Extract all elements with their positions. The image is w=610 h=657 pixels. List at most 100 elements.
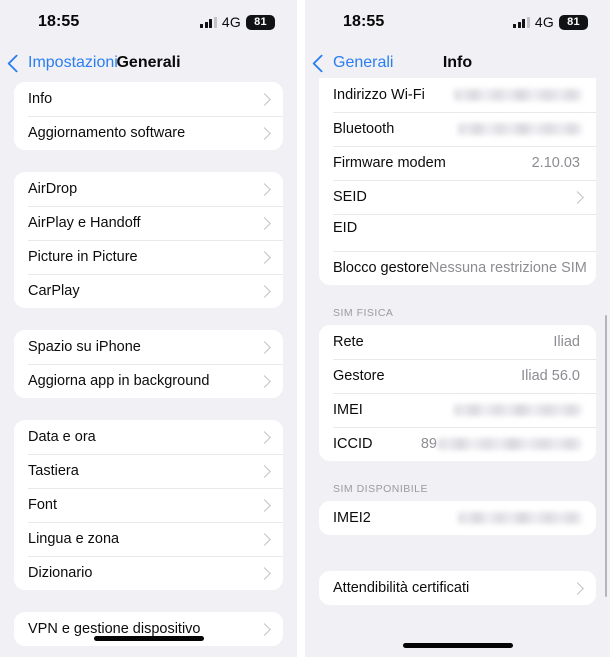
info-row-label: SEID [333,189,367,205]
list-item-label: Tastiera [28,463,79,479]
info-row-eid: EID [319,214,596,251]
list-item[interactable]: Aggiorna app in background [14,364,283,398]
chevron-left-icon [312,53,331,73]
list-item[interactable]: CarPlay [14,274,283,308]
info-row-iccid: ICCID 89 [319,427,596,461]
chevron-right-icon [258,622,271,636]
left-nav-bar: Impostazioni Generali [0,44,297,82]
info-row-value: Iliad [553,334,580,350]
status-indicators: 4G 81 [200,14,275,30]
chevron-right-icon [258,498,271,512]
info-row-label: Attendibilità certificati [333,580,470,596]
info-row-network: Rete Iliad [319,325,596,359]
section-header-sim-disponibile: SIM DISPONIBILE [333,483,429,495]
info-row-modem-firmware: Firmware modem 2.10.03 [319,146,596,180]
vertical-scrollbar[interactable] [604,315,607,597]
list-item[interactable]: Info [14,82,283,116]
list-item-label: CarPlay [28,283,80,299]
list-item-label: AirDrop [28,181,78,197]
info-row-label: IMEI2 [333,510,371,526]
left-phone-screen: 18:55 4G 81 Impostazioni Generali Info A… [0,0,297,657]
chevron-right-icon [258,430,271,444]
info-row-imei: IMEI [319,393,596,427]
redacted-value [458,123,582,135]
chevron-right-icon [258,126,271,140]
list-item[interactable]: Aggiornamento software [14,116,283,150]
info-row-certificate-trust[interactable]: Attendibilità certificati [319,571,596,605]
redacted-value [438,438,582,450]
chevron-right-icon [258,464,271,478]
right-scroll-content[interactable]: Indirizzo Wi-Fi Bluetooth Firmware modem… [305,78,610,657]
status-time: 18:55 [38,13,80,30]
redacted-value [454,89,582,101]
settings-group-info: Info Aggiornamento software [14,82,283,150]
list-item-label: AirPlay e Handoff [28,215,141,231]
info-row-label: ICCID [333,436,373,452]
chevron-right-icon [258,532,271,546]
list-item[interactable]: AirPlay e Handoff [14,206,283,240]
settings-group-connectivity: AirDrop AirPlay e Handoff Picture in Pic… [14,172,283,308]
info-row-wifi-address: Indirizzo Wi-Fi [319,78,596,112]
info-row-bluetooth: Bluetooth [319,112,596,146]
list-item[interactable]: Spazio su iPhone [14,330,283,364]
list-item[interactable]: Dizionario [14,556,283,590]
info-row-value: 2.10.03 [531,155,580,171]
list-item[interactable]: Font [14,488,283,522]
info-row-label: Firmware modem [333,155,446,171]
info-row-imei2: IMEI2 [319,501,596,535]
back-button-label: Impostazioni [28,54,118,71]
list-item-label: VPN e gestione dispositivo [28,621,201,637]
info-row-label: Gestore [333,368,385,384]
network-type-label: 4G [534,14,554,30]
chevron-right-icon [258,284,271,298]
status-time: 18:55 [343,13,385,30]
battery-icon: 81 [246,14,275,30]
list-item-label: Aggiorna app in background [28,373,210,389]
left-status-bar: 18:55 4G 81 [0,0,297,44]
list-item[interactable]: AirDrop [14,172,283,206]
right-status-bar: 18:55 4G 81 [305,0,610,44]
list-item[interactable]: Data e ora [14,420,283,454]
right-phone-screen: 18:55 4G 81 Generali Info Indirizzo Wi-F… [305,0,610,657]
certificates-group: Attendibilità certificati [319,571,596,605]
left-scroll-content[interactable]: Info Aggiornamento software AirDrop AirP… [0,82,297,657]
status-indicators: 4G 81 [513,14,588,30]
signal-bars-icon [200,16,217,28]
chevron-right-icon [258,182,271,196]
redacted-value [454,404,582,416]
info-row-label: IMEI [333,402,363,418]
chevron-right-icon [258,92,271,106]
list-item[interactable]: Picture in Picture [14,240,283,274]
info-row-label: Rete [333,334,364,350]
list-item-label: Picture in Picture [28,249,138,265]
list-item-label: Spazio su iPhone [28,339,141,355]
chevron-right-icon [571,190,584,204]
back-button[interactable]: Impostazioni [7,53,118,73]
chevron-right-icon [258,566,271,580]
section-header-sim-fisica: SIM FISICA [333,307,394,319]
battery-icon: 81 [559,14,588,30]
info-row-carrier-lock: Blocco gestore Nessuna restrizione SIM [319,251,596,285]
settings-group-storage: Spazio su iPhone Aggiorna app in backgro… [14,330,283,398]
list-item-label: Lingua e zona [28,531,120,547]
sim-disponibile-group: IMEI2 [319,501,596,535]
list-item[interactable]: Tastiera [14,454,283,488]
device-info-group: Indirizzo Wi-Fi Bluetooth Firmware modem… [319,78,596,285]
list-item[interactable]: Lingua e zona [14,522,283,556]
info-row-seid[interactable]: SEID [319,180,596,214]
dual-screenshot-container: 18:55 4G 81 Impostazioni Generali Info A… [0,0,610,657]
home-indicator[interactable] [93,636,204,641]
back-button-label: Generali [333,54,394,71]
settings-group-localization: Data e ora Tastiera Font Lingua e zona D… [14,420,283,590]
right-nav-bar: Generali Info [305,44,610,82]
info-row-value: Nessuna restrizione SIM [428,260,587,276]
info-row-value: Iliad 56.0 [521,368,580,384]
home-indicator[interactable] [402,643,513,648]
chevron-right-icon [571,581,584,595]
back-button[interactable]: Generali [312,53,394,73]
